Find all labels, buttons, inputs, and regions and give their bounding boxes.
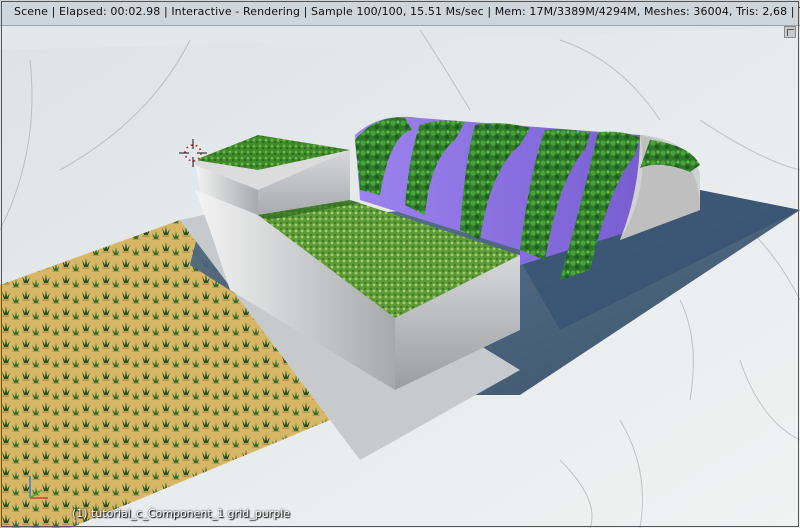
viewport-corner-icon[interactable] — [784, 26, 796, 38]
axis-gizmo-icon — [29, 476, 48, 499]
render-viewport[interactable]: Scene | Elapsed: 00:02.98 | Interactive … — [0, 0, 800, 528]
rendered-scene — [0, 0, 800, 528]
active-object-label: (1) tutorial_c_Component_1 grid_purple — [72, 507, 291, 520]
render-status-bar: Scene | Elapsed: 00:02.98 | Interactive … — [0, 0, 800, 26]
render-status-text: Scene | Elapsed: 00:02.98 | Interactive … — [14, 5, 800, 18]
